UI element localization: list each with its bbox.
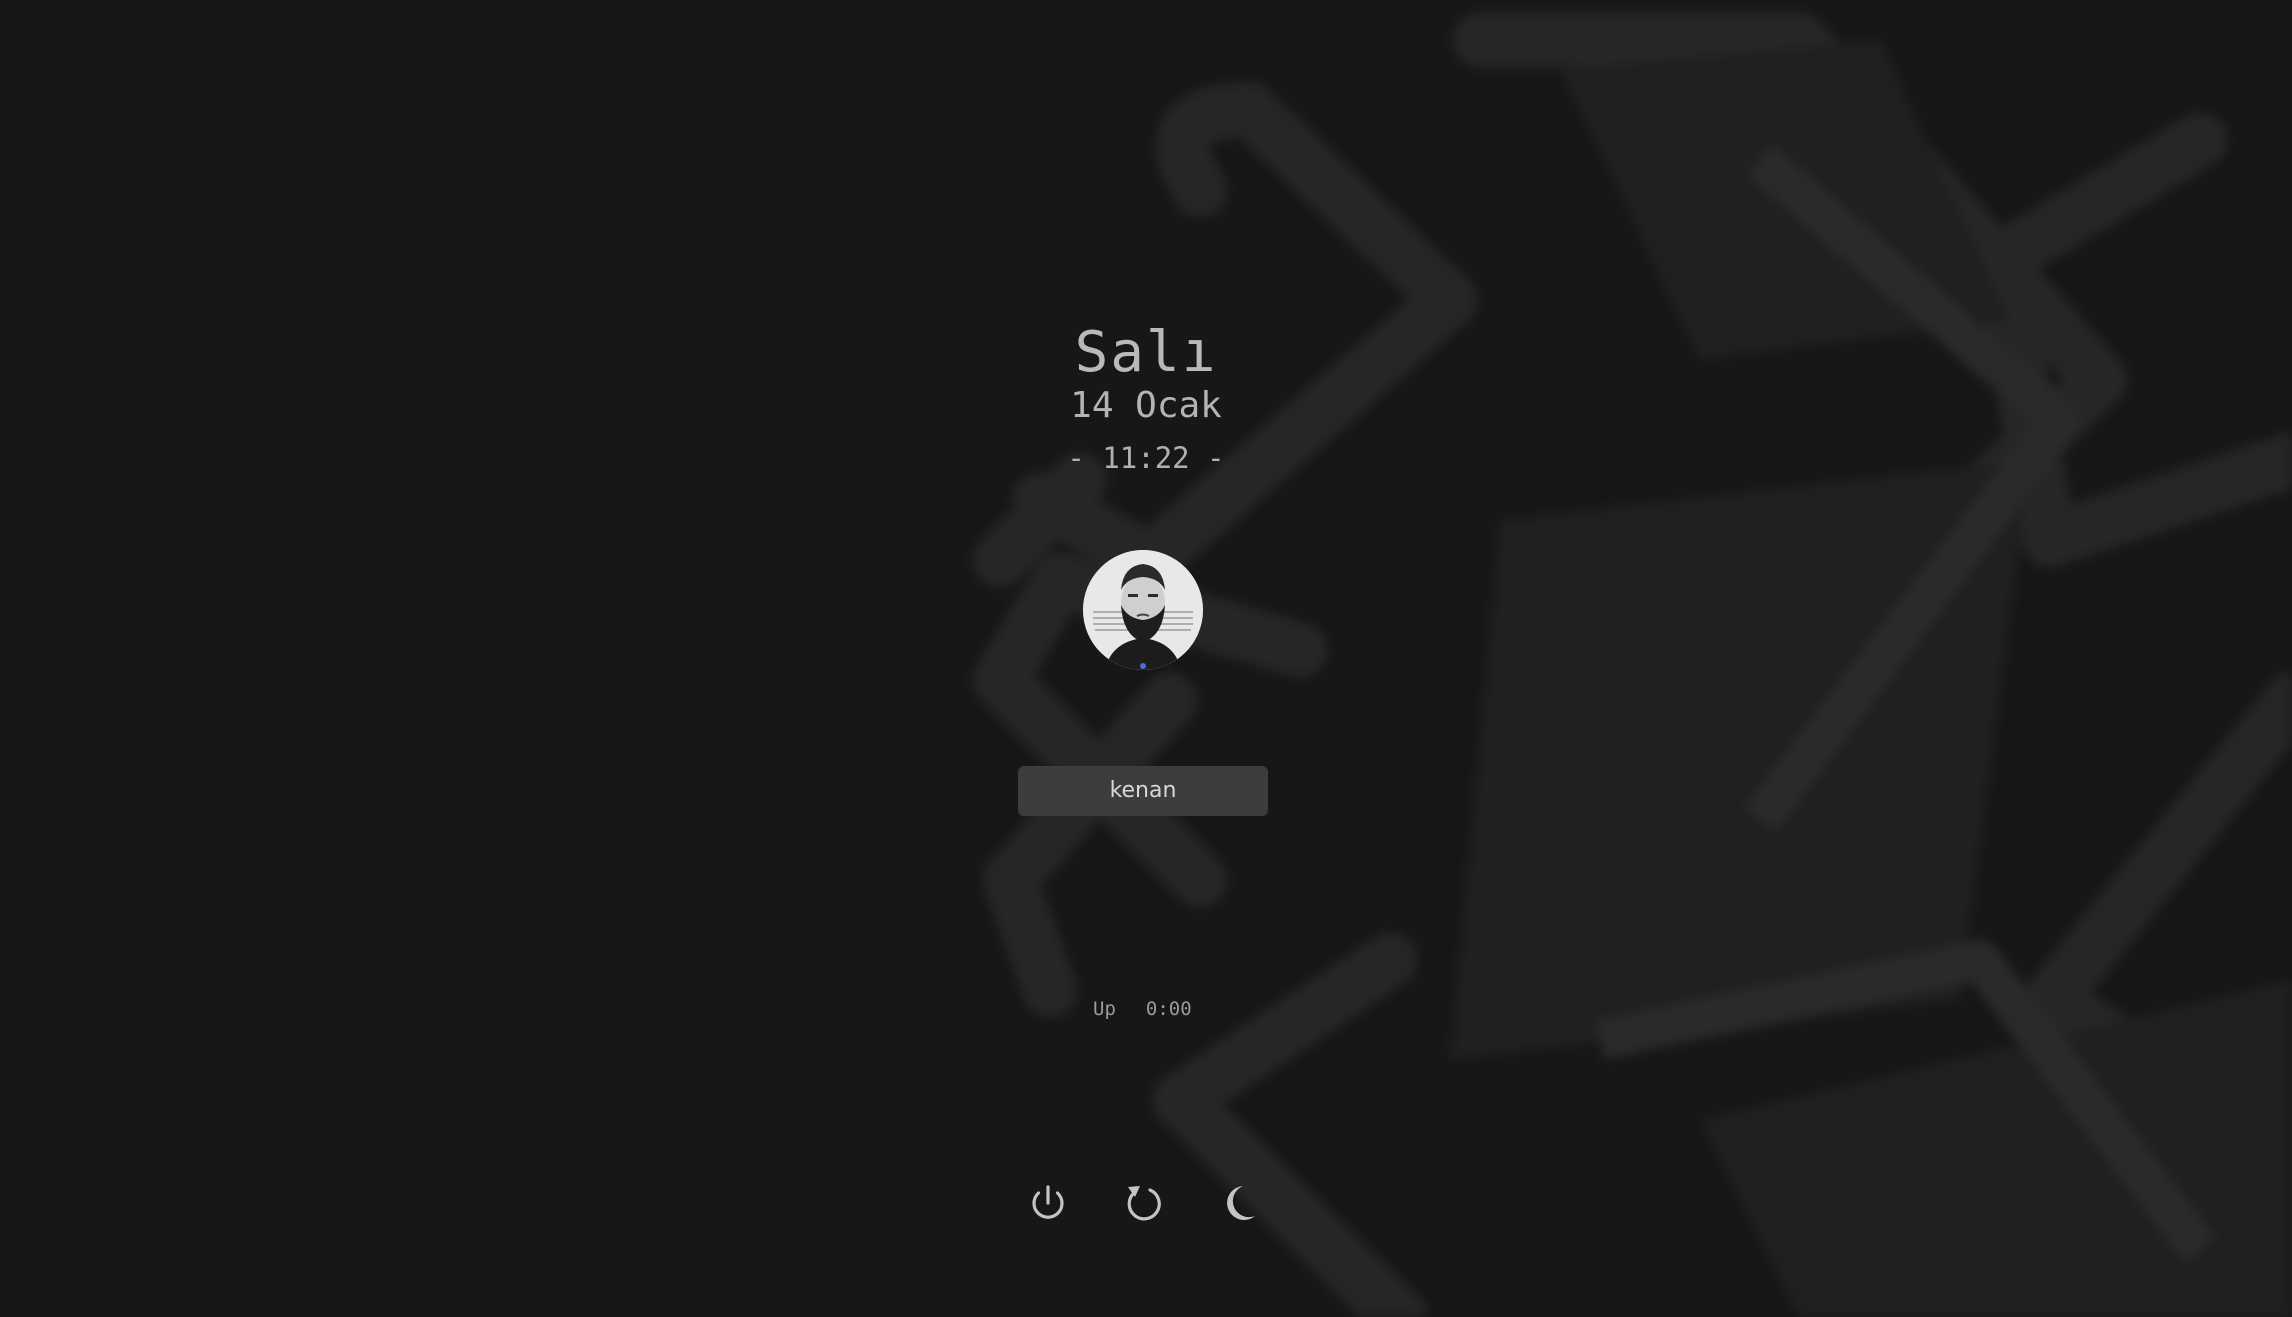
uptime-indicator: Up 0:00 — [1093, 998, 1192, 1020]
username-field[interactable]: kenan — [1018, 766, 1268, 816]
restart-icon — [1127, 1186, 1161, 1221]
lock-screen: Salı 14 Ocak - 11:22 - kenan Up 0:00 — [0, 0, 2292, 1317]
uptime-label: Up — [1093, 998, 1116, 1020]
moon-icon — [1227, 1186, 1255, 1220]
power-icon — [1032, 1185, 1064, 1219]
suspend-button[interactable] — [1215, 1178, 1265, 1228]
restart-button[interactable] — [1118, 1178, 1168, 1228]
clock-label: - 11:22 - — [1067, 441, 1225, 475]
uptime-value: 0:00 — [1145, 998, 1192, 1020]
date-label: 14 Ocak — [1070, 385, 1222, 426]
day-label: Salı — [1074, 320, 1218, 385]
shutdown-button[interactable] — [1023, 1178, 1073, 1228]
avatar-portrait — [1083, 550, 1203, 670]
avatar — [1083, 550, 1203, 670]
